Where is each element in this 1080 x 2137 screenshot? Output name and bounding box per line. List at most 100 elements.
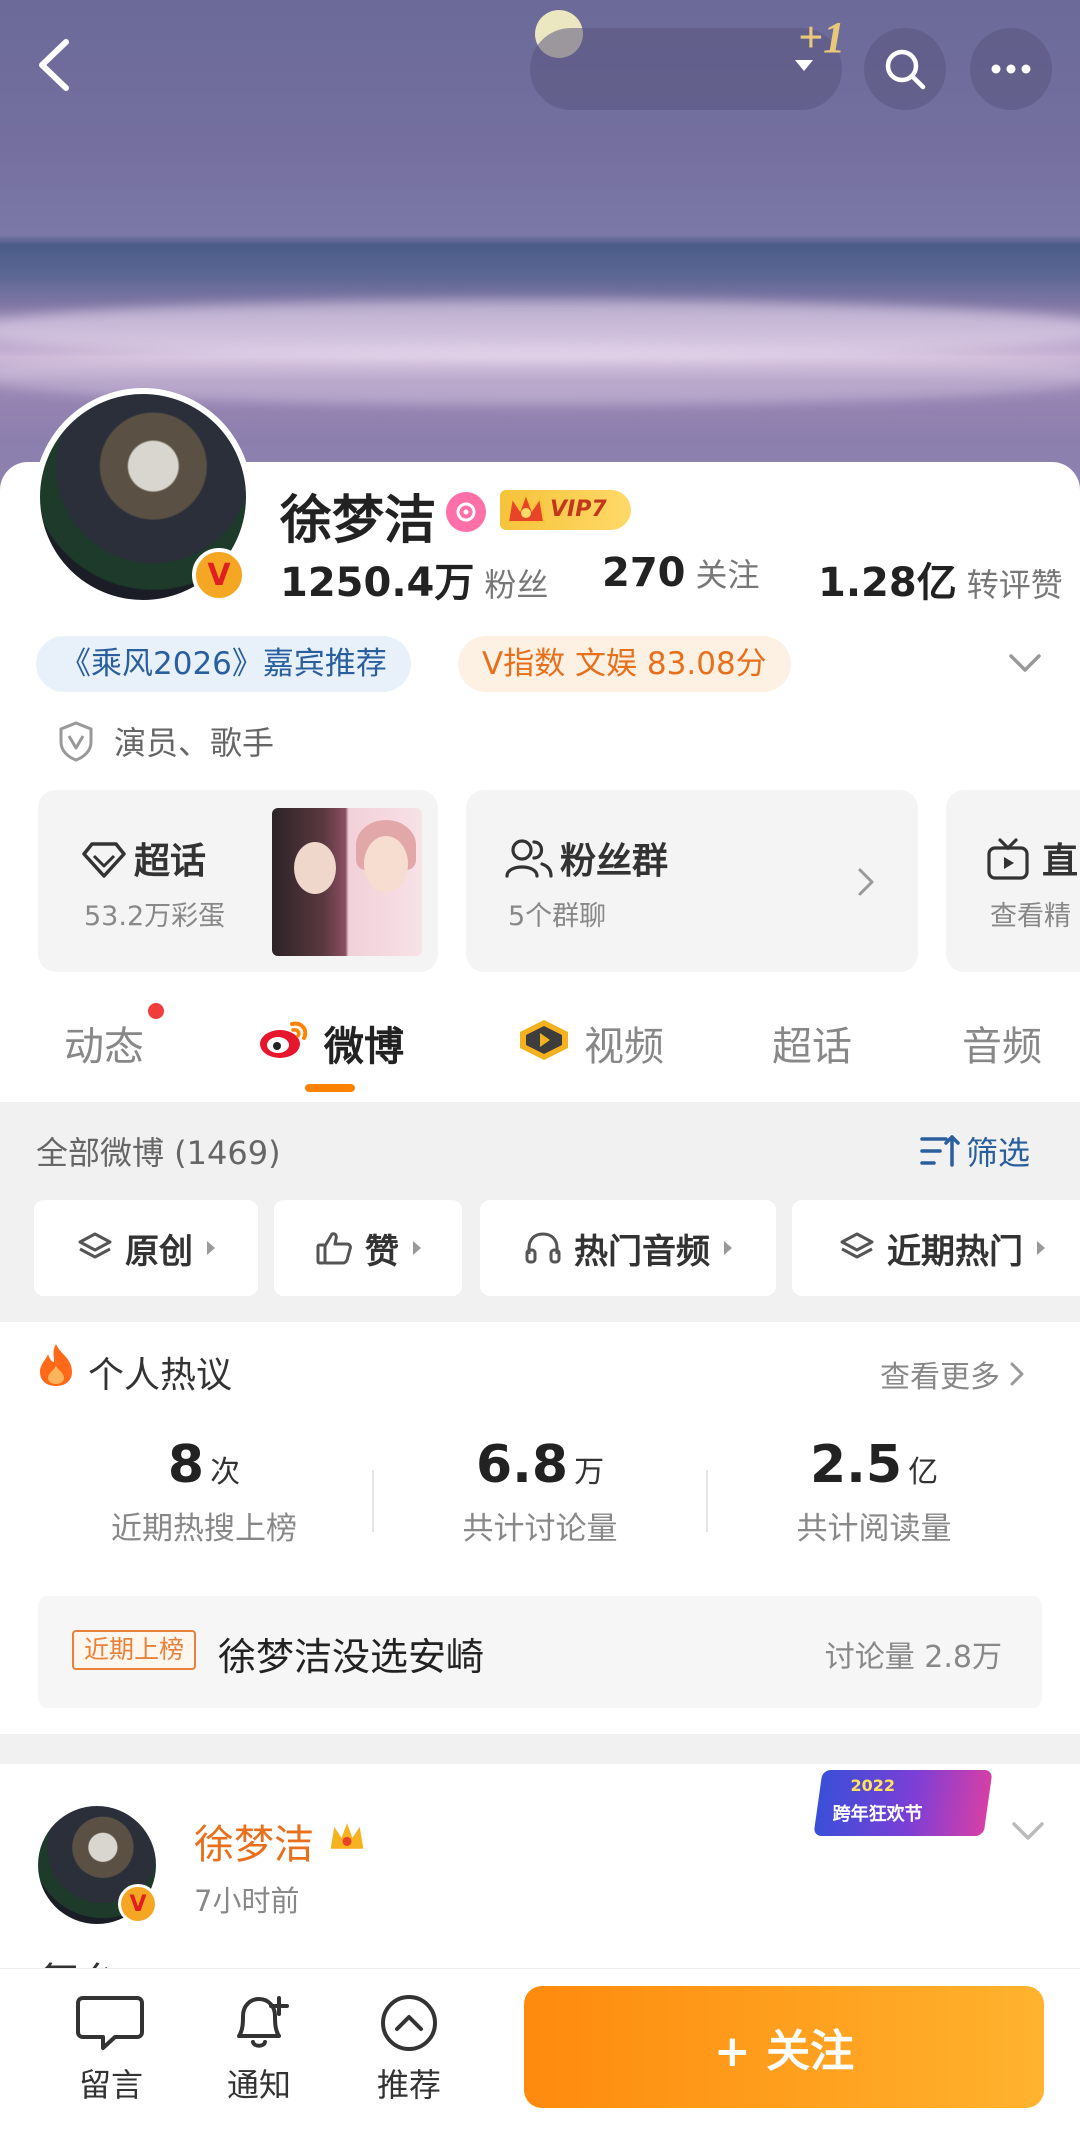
thumb-face bbox=[294, 842, 336, 894]
caret-down-icon bbox=[795, 60, 813, 71]
vip-badge[interactable]: VIP7 bbox=[500, 490, 631, 530]
tab-audio[interactable]: 音频 bbox=[962, 1014, 1042, 1072]
super-topic-thumbnail[interactable] bbox=[272, 808, 422, 956]
hot-stat-number: 6.8 bbox=[475, 1435, 569, 1495]
headphones-icon bbox=[525, 1232, 561, 1264]
vip-label: VIP7 bbox=[550, 497, 607, 522]
notify-button[interactable]: 通知 bbox=[204, 1992, 314, 2106]
recent-trend-badge: 近期上榜 bbox=[72, 1630, 197, 1670]
layers-icon bbox=[78, 1232, 112, 1259]
stat-number: 270 bbox=[602, 550, 686, 596]
see-more-label: 查看更多 bbox=[880, 1360, 1000, 1395]
search-button[interactable] bbox=[864, 28, 946, 110]
caret-right-icon bbox=[724, 1241, 732, 1255]
chevron-down-icon bbox=[1012, 1822, 1044, 1840]
profile-stats: 1250.4万 粉丝 270 关注 1.28亿 转评赞 bbox=[280, 550, 1080, 610]
tab-video[interactable]: 视频 bbox=[584, 1014, 664, 1072]
active-tab-indicator bbox=[305, 1084, 355, 1092]
more-button[interactable] bbox=[970, 28, 1052, 110]
post-menu-button[interactable] bbox=[1008, 1818, 1048, 1850]
trend-topic-text: 徐梦洁没选安崎 bbox=[218, 1635, 485, 1679]
stat-label: 转评赞 bbox=[966, 566, 1063, 604]
hot-search-count[interactable]: 8次 近期热搜上榜 bbox=[54, 1435, 354, 1548]
video-icon bbox=[520, 1020, 568, 1060]
profile-name: 徐梦洁 bbox=[280, 491, 437, 551]
notification-dot bbox=[148, 1003, 164, 1019]
stat-number: 1.28亿 bbox=[818, 560, 957, 606]
show-recommend-tag[interactable]: 《乘风2026》嘉宾推荐 bbox=[36, 636, 411, 692]
search-icon bbox=[885, 49, 926, 90]
message-button[interactable]: 留言 bbox=[56, 1992, 166, 2106]
post-author-name[interactable]: 徐梦洁 bbox=[194, 1812, 314, 1870]
fans-stat[interactable]: 1250.4万 粉丝 bbox=[280, 550, 548, 608]
hot-stat-number: 8 bbox=[167, 1435, 205, 1495]
chip-recent-hot[interactable]: 近期热门 bbox=[792, 1200, 1080, 1296]
caret-right-icon bbox=[413, 1241, 421, 1255]
tab-dynamic[interactable]: 动态 bbox=[64, 1014, 144, 1072]
recommend-button[interactable]: 推荐 bbox=[354, 1992, 464, 2106]
chip-original[interactable]: 原创 bbox=[34, 1200, 258, 1296]
v-index-tag[interactable]: V指数 文娱 83.08分 bbox=[458, 636, 791, 692]
role-text: 演员、歌手 bbox=[114, 724, 275, 762]
fan-group-card[interactable]: 粉丝群 5个群聊 bbox=[466, 790, 918, 972]
fire-icon bbox=[40, 1344, 72, 1386]
fan-group-sub: 5个群聊 bbox=[508, 901, 607, 932]
trend-discussion-count: 讨论量 2.8万 bbox=[824, 1640, 1002, 1675]
new-year-event-banner[interactable]: 2022 跨年狂欢节 bbox=[813, 1770, 993, 1836]
fan-group-title: 粉丝群 bbox=[560, 841, 669, 882]
chevron-right-icon bbox=[858, 868, 874, 896]
recommend-label: 推荐 bbox=[376, 2066, 441, 2104]
hot-stat-unit: 万 bbox=[574, 1455, 605, 1490]
read-count[interactable]: 2.5 亿 共计阅读量 bbox=[724, 1435, 1024, 1548]
trending-topic-row[interactable]: 近期上榜 徐梦洁没选安崎 讨论量 2.8万 bbox=[38, 1596, 1042, 1708]
verified-badge-icon: V bbox=[192, 548, 246, 602]
plus-one-badge: +1 bbox=[798, 13, 846, 62]
crown-icon bbox=[330, 1823, 364, 1849]
back-button[interactable] bbox=[22, 30, 92, 100]
hot-stat-unit: 亿 bbox=[908, 1455, 939, 1490]
banner-text: 跨年狂欢节 bbox=[832, 1804, 923, 1825]
bell-plus-icon bbox=[237, 1996, 289, 2048]
music-icon[interactable] bbox=[446, 492, 486, 532]
chip-label: 赞 bbox=[365, 1231, 399, 1272]
live-sub: 查看精 bbox=[990, 901, 1071, 932]
hot-title: 个人热议 bbox=[88, 1355, 233, 1396]
expand-profile-button[interactable] bbox=[1005, 650, 1045, 682]
tab-weibo[interactable]: 微博 bbox=[324, 1014, 404, 1072]
chip-liked[interactable]: 赞 bbox=[274, 1200, 462, 1296]
chevron-left-icon bbox=[39, 39, 69, 91]
filter-icon bbox=[920, 1135, 960, 1167]
hot-stat-unit: 次 bbox=[210, 1455, 241, 1490]
more-dots-icon bbox=[991, 64, 1031, 74]
follow-button[interactable]: + 关注 bbox=[524, 1986, 1044, 2108]
super-topic-title: 超话 bbox=[134, 841, 207, 882]
likes-stat[interactable]: 1.28亿 转评赞 bbox=[818, 550, 1063, 608]
caret-right-icon bbox=[207, 1241, 215, 1255]
filter-button[interactable]: 筛选 bbox=[920, 1128, 1030, 1174]
stat-label: 关注 bbox=[695, 556, 760, 594]
hot-stat-desc: 近期热搜上榜 bbox=[111, 1511, 297, 1547]
following-stat[interactable]: 270 关注 bbox=[602, 550, 760, 596]
stat-label: 粉丝 bbox=[484, 566, 549, 604]
music-note-glyph bbox=[456, 502, 476, 522]
chip-hot-audio[interactable]: 热门音频 bbox=[480, 1200, 776, 1296]
filter-label: 筛选 bbox=[966, 1134, 1031, 1172]
message-icon bbox=[76, 1996, 144, 2050]
chip-label: 近期热门 bbox=[887, 1231, 1023, 1272]
tab-super-topic[interactable]: 超话 bbox=[772, 1014, 852, 1072]
hot-stat-desc: 共计讨论量 bbox=[462, 1511, 618, 1547]
see-more-link[interactable]: 查看更多 bbox=[880, 1352, 1026, 1396]
live-title: 直 bbox=[1042, 841, 1079, 882]
thumb-face bbox=[364, 836, 408, 892]
divider bbox=[706, 1470, 708, 1532]
tv-icon bbox=[987, 838, 1029, 880]
stat-number: 1250.4万 bbox=[280, 560, 475, 606]
caret-right-icon bbox=[1037, 1241, 1045, 1255]
hot-stat-number: 2.5 bbox=[809, 1435, 903, 1495]
chevron-down-icon bbox=[1009, 654, 1041, 672]
discussion-count[interactable]: 6.8 万 共计讨论量 bbox=[390, 1435, 690, 1548]
message-label: 留言 bbox=[78, 2066, 143, 2104]
notify-label: 通知 bbox=[226, 2066, 291, 2104]
live-card[interactable]: 直 查看精 bbox=[946, 790, 1080, 972]
shield-v-icon bbox=[59, 721, 93, 762]
